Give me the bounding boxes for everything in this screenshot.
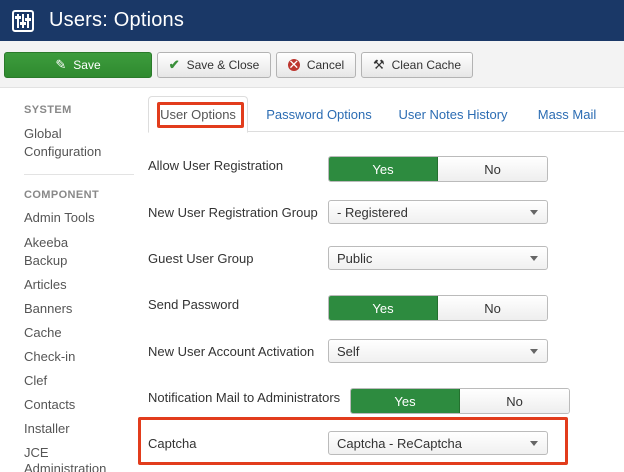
guest-group-label: Guest User Group bbox=[148, 251, 254, 266]
sidebar-heading-system: SYSTEM bbox=[24, 104, 72, 116]
notification-mail-toggle: Yes No bbox=[350, 388, 570, 414]
sidebar: SYSTEM Global Configuration COMPONENT Ad… bbox=[0, 88, 134, 472]
sidebar-item-cache[interactable]: Cache bbox=[24, 324, 62, 342]
check-icon: ✔ bbox=[168, 57, 180, 72]
tab-mass-mail[interactable]: Mass Mail bbox=[530, 96, 604, 132]
sidebar-heading-component: COMPONENT bbox=[24, 189, 100, 201]
account-activation-label: New User Account Activation bbox=[148, 344, 315, 359]
sidebar-item-check-in[interactable]: Check-in bbox=[24, 348, 75, 366]
sidebar-item-akeeba[interactable]: Akeeba bbox=[24, 234, 68, 252]
registration-group-label: New User Registration Group bbox=[148, 205, 318, 220]
sidebar-item-contacts[interactable]: Contacts bbox=[24, 396, 75, 414]
page-title: Users: Options bbox=[49, 9, 185, 31]
notification-mail-yes[interactable]: Yes bbox=[351, 389, 460, 413]
page-header: Users: Options bbox=[0, 0, 624, 41]
sidebar-item-backup[interactable]: Backup bbox=[24, 252, 67, 270]
tab-password-options[interactable]: Password Options bbox=[256, 96, 382, 132]
cancel-button[interactable]: ✕ Cancel bbox=[276, 52, 356, 78]
sidebar-item-banners[interactable]: Banners bbox=[24, 300, 72, 318]
sidebar-divider bbox=[24, 174, 134, 175]
registration-group-select[interactable]: - Registered bbox=[328, 200, 548, 224]
sidebar-item-clef[interactable]: Clef bbox=[24, 372, 47, 390]
send-password-yes[interactable]: Yes bbox=[329, 296, 438, 320]
highlight-box-tab bbox=[157, 102, 244, 128]
save-close-button[interactable]: ✔ Save & Close bbox=[157, 52, 271, 78]
highlight-box-captcha bbox=[138, 417, 568, 465]
save-label: Save bbox=[73, 58, 101, 72]
allow-registration-label: Allow User Registration bbox=[148, 158, 284, 173]
account-activation-select[interactable]: Self bbox=[328, 339, 548, 363]
toolbar: ✎ Save ✔ Save & Close ✕ Cancel ⚒ Clean C… bbox=[0, 41, 624, 88]
account-activation-value: Self bbox=[337, 343, 360, 359]
save-close-label: Save & Close bbox=[186, 58, 260, 72]
allow-registration-no[interactable]: No bbox=[438, 157, 547, 181]
registration-group-value: - Registered bbox=[337, 204, 408, 220]
guest-group-select[interactable]: Public bbox=[328, 246, 548, 270]
notification-mail-label: Notification Mail to Administrators bbox=[148, 390, 341, 405]
sidebar-item-administration[interactable]: Administration bbox=[24, 460, 106, 472]
send-password-no[interactable]: No bbox=[438, 296, 547, 320]
sliders-icon bbox=[12, 9, 34, 32]
close-icon: ✕ bbox=[287, 57, 300, 72]
chevron-down-icon bbox=[530, 349, 538, 354]
sidebar-item-configuration[interactable]: Configuration bbox=[24, 143, 101, 161]
clean-cache-button[interactable]: ⚒ Clean Cache bbox=[361, 52, 473, 78]
edit-icon: ✎ bbox=[55, 57, 67, 72]
notification-mail-no[interactable]: No bbox=[460, 389, 569, 413]
send-password-label: Send Password bbox=[148, 297, 240, 312]
allow-registration-toggle: Yes No bbox=[328, 156, 548, 182]
sidebar-item-articles[interactable]: Articles bbox=[24, 276, 67, 294]
cancel-label: Cancel bbox=[306, 58, 345, 72]
tab-user-notes-history[interactable]: User Notes History bbox=[392, 96, 514, 132]
broom-icon: ⚒ bbox=[372, 57, 385, 72]
clean-cache-label: Clean Cache bbox=[391, 58, 462, 72]
save-button[interactable]: ✎ Save bbox=[4, 52, 152, 78]
allow-registration-yes[interactable]: Yes bbox=[329, 157, 438, 181]
send-password-toggle: Yes No bbox=[328, 295, 548, 321]
chevron-down-icon bbox=[530, 210, 538, 215]
sidebar-item-global[interactable]: Global bbox=[24, 125, 62, 143]
chevron-down-icon bbox=[530, 256, 538, 261]
sidebar-item-installer[interactable]: Installer bbox=[24, 420, 70, 438]
guest-group-value: Public bbox=[337, 250, 373, 266]
sidebar-item-admin-tools[interactable]: Admin Tools bbox=[24, 209, 95, 227]
